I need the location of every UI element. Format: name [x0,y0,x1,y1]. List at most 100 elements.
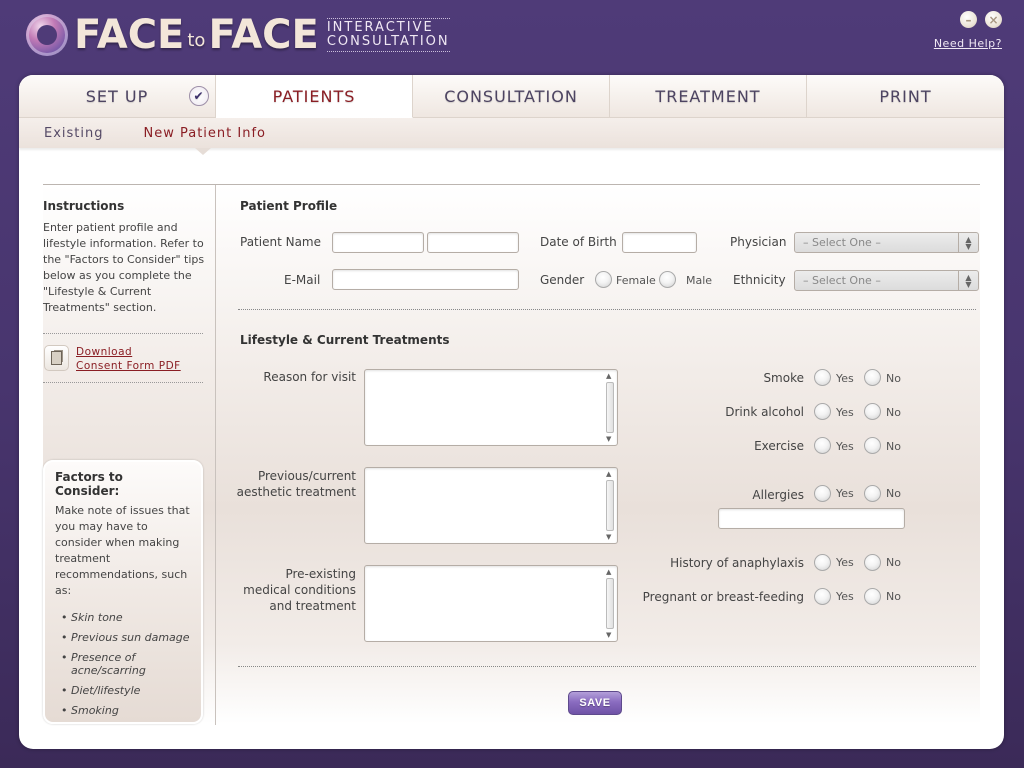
need-help-link[interactable]: Need Help? [934,37,1002,50]
physician-select[interactable]: – Select One – ▲ ▼ [794,232,979,253]
factor-item: Diet/lifestyle [61,684,191,697]
divider [43,333,203,334]
smoke-yes-radio[interactable] [814,369,831,386]
factor-item: Skin tone [61,611,191,624]
allergies-yes-radio[interactable] [814,485,831,502]
first-name-input[interactable] [332,232,424,253]
scroll-down-icon[interactable]: ▼ [606,631,611,639]
anaphylaxis-yes-label: Yes [836,556,854,569]
tab-setup[interactable]: SET UP ✔ [19,75,216,117]
pregnant-no-label: No [886,590,901,603]
tab-treatment[interactable]: TREATMENT [610,75,807,117]
tab-label: SET UP [85,86,149,106]
previous-treatment-textarea[interactable]: ▲ ▼ [364,467,618,544]
ethnicity-select[interactable]: – Select One – ▲ ▼ [794,270,979,291]
smoke-yes-label: Yes [836,372,854,385]
last-name-input[interactable] [427,232,519,253]
logo-sub-line-1: INTERACTIVE [326,20,434,35]
anaphylaxis-no-radio[interactable] [864,554,881,571]
main-panel: SET UP ✔ PATIENTS CONSULTATION TREATMENT… [19,75,1004,749]
previous-treatment-label: Previous/current aesthetic treatment [236,469,356,499]
scrollbar[interactable]: ▲ ▼ [604,469,616,542]
allergies-yes-label: Yes [836,487,854,500]
pregnant-yes-radio[interactable] [814,588,831,605]
close-icon[interactable]: × [985,11,1002,28]
exercise-no-label: No [886,440,901,453]
subtab-new-patient-info[interactable]: New Patient Info [144,126,267,141]
exercise-yes-radio[interactable] [814,437,831,454]
tab-consultation[interactable]: CONSULTATION [413,75,610,117]
logo-face-2: FACE [208,12,319,58]
document-icon[interactable] [44,345,69,371]
scroll-up-icon[interactable]: ▲ [606,470,611,478]
download-consent-form-link[interactable]: Download Consent Form PDF [76,345,181,373]
scroll-down-icon[interactable]: ▼ [606,533,611,541]
instructions-title: Instructions [43,199,125,213]
factors-text: Make note of issues that you may have to… [55,504,190,597]
factors-to-consider-box: Factors to Consider: Make note of issues… [43,460,203,724]
sidebar: Instructions Enter patient profile and l… [43,185,216,725]
email-input[interactable] [332,269,519,290]
physician-selected-value: – Select One – [803,236,881,249]
gender-male-radio[interactable] [659,271,676,288]
allergies-label: Allergies [752,488,804,502]
updown-arrow-icon: ▲ ▼ [958,233,978,252]
drink-alcohol-yes-label: Yes [836,406,854,419]
reason-for-visit-label: Reason for visit [263,370,356,384]
gender-label: Gender [540,273,585,287]
tab-label: CONSULTATION [444,86,578,106]
gender-female-label: Female [616,274,656,287]
factor-item: Smoking [61,704,191,717]
anaphylaxis-label: History of anaphylaxis [670,556,804,570]
allergies-no-label: No [886,487,901,500]
factor-item: Previous sun damage [61,631,191,644]
factor-item: Presence of acne/scarring [61,651,171,677]
allergies-no-radio[interactable] [864,485,881,502]
sub-tabs: Existing New Patient Info [19,118,1004,155]
download-link-line-1: Download [76,346,133,358]
smoke-no-radio[interactable] [864,369,881,386]
gender-female-radio[interactable] [595,271,612,288]
ethnicity-selected-value: – Select One – [803,274,881,287]
exercise-yes-label: Yes [836,440,854,453]
allergies-detail-input[interactable] [718,508,905,529]
patient-name-label: Patient Name [240,235,321,249]
save-button[interactable]: SAVE [568,691,622,715]
logo-mark-icon [26,14,68,56]
drink-alcohol-label: Drink alcohol [725,405,804,419]
tab-print[interactable]: PRINT [807,75,1004,117]
dob-label: Date of Birth [540,235,617,249]
minimize-icon[interactable]: – [960,11,977,28]
reason-for-visit-textarea[interactable]: ▲ ▼ [364,369,618,446]
medical-conditions-textarea[interactable]: ▲ ▼ [364,565,618,642]
window-controls: – × [960,11,1002,28]
dob-input[interactable] [622,232,697,253]
section-divider [238,309,976,310]
pregnant-yes-label: Yes [836,590,854,603]
gender-male-label: Male [686,274,713,287]
pregnant-no-radio[interactable] [864,588,881,605]
content-area: Instructions Enter patient profile and l… [43,184,980,725]
tab-patients[interactable]: PATIENTS [216,75,413,118]
anaphylaxis-no-label: No [886,556,901,569]
updown-arrow-icon: ▲ ▼ [958,271,978,290]
subtab-existing[interactable]: Existing [44,126,104,141]
email-label: E-Mail [284,273,321,287]
logo-sub-line-2: CONSULTATION [326,34,450,49]
tab-label: PRINT [879,86,932,106]
smoke-no-label: No [886,372,901,385]
lifestyle-title: Lifestyle & Current Treatments [240,333,450,347]
tab-label: TREATMENT [655,86,761,106]
anaphylaxis-yes-radio[interactable] [814,554,831,571]
logo-face-1: FACE [74,12,185,58]
divider [43,382,203,383]
main-tabs: SET UP ✔ PATIENTS CONSULTATION TREATMENT… [19,75,1004,118]
exercise-no-radio[interactable] [864,437,881,454]
drink-alcohol-no-radio[interactable] [864,403,881,420]
download-link-line-2: Consent Form PDF [76,360,181,372]
physician-label: Physician [730,235,787,249]
logo-wordmark: FACE toFACE [74,15,319,55]
factors-list: Skin tone Previous sun damage Presence o… [55,611,191,717]
instructions-text: Enter patient profile and lifestyle info… [43,221,205,314]
drink-alcohol-yes-radio[interactable] [814,403,831,420]
